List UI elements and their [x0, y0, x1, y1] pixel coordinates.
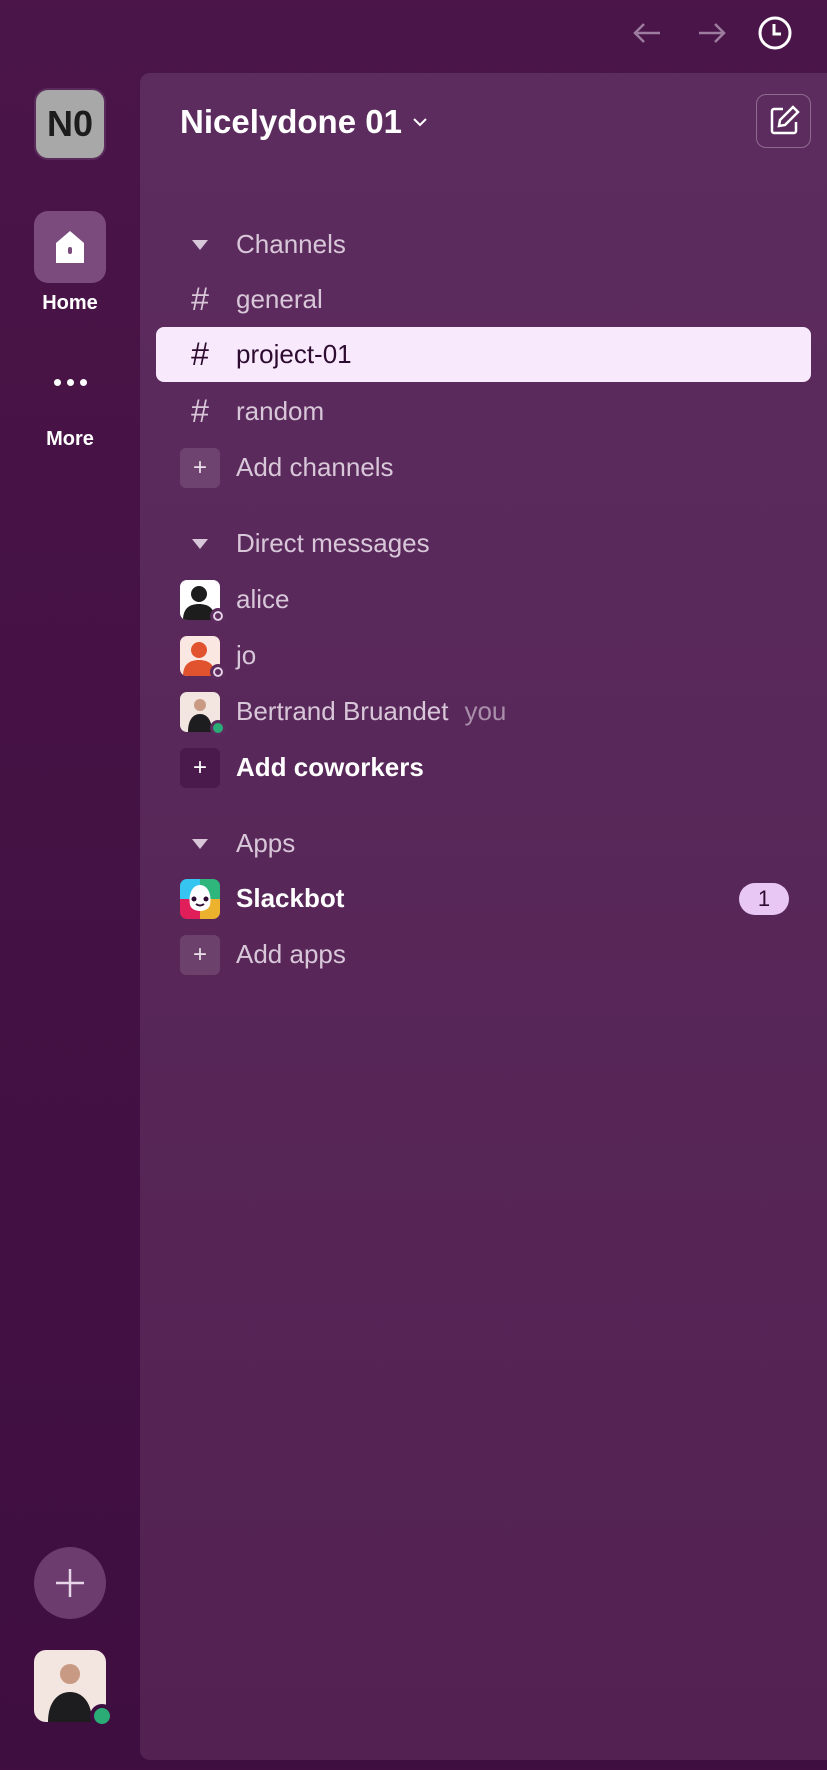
more-button[interactable]	[34, 370, 106, 394]
hash-icon: #	[191, 281, 209, 317]
app-slackbot[interactable]: Slackbot 1	[156, 871, 811, 926]
dm-name: jo	[236, 640, 257, 670]
chevron-down-icon	[413, 118, 427, 127]
section-label: Channels	[236, 229, 346, 259]
hash-icon: #	[191, 393, 209, 429]
unread-badge: 1	[739, 882, 789, 915]
away-status-icon	[210, 663, 226, 680]
workspace-name: Nicelydone 01	[180, 103, 402, 140]
channels-section-header[interactable]: Channels	[156, 217, 811, 272]
dms-section-header[interactable]: Direct messages	[156, 516, 811, 571]
sidebar-panel: Nicelydone 01 Channels # general # project…	[140, 73, 827, 1760]
plus-icon: +	[180, 447, 220, 488]
dm-jo[interactable]: jo	[156, 628, 811, 683]
channel-general[interactable]: # general	[156, 272, 811, 327]
back-arrow-icon	[633, 23, 660, 43]
home-label: Home	[42, 292, 98, 314]
workspace-menu[interactable]: Nicelydone 01	[180, 103, 428, 141]
channel-random[interactable]: # random	[156, 384, 811, 439]
add-workspace-button[interactable]	[34, 1547, 106, 1619]
dm-name: alice	[236, 584, 290, 614]
dm-name: Bertrand Bruandet	[236, 696, 449, 726]
apps-section-header[interactable]: Apps	[156, 816, 811, 871]
section-label: Apps	[236, 828, 296, 858]
hash-icon: #	[191, 336, 209, 372]
home-icon	[56, 231, 84, 263]
dm-alice[interactable]: alice	[156, 572, 811, 627]
app-name: Slackbot	[236, 883, 345, 913]
more-dots-icon	[53, 378, 87, 386]
channel-name: project-01	[236, 339, 352, 369]
section-label: Direct messages	[236, 528, 430, 558]
plus-icon: +	[180, 934, 220, 975]
forward-arrow-icon	[699, 23, 726, 43]
channel-name: general	[236, 284, 323, 314]
caret-down-icon	[192, 838, 208, 849]
add-channels-button[interactable]: + Add channels	[156, 440, 811, 495]
compose-button[interactable]	[756, 94, 811, 148]
add-coworkers-button[interactable]: + Add coworkers	[156, 740, 811, 795]
you-label: you	[464, 696, 507, 726]
add-apps-label: Add apps	[236, 939, 346, 969]
workspace-initials: N0	[46, 103, 94, 144]
forward-button[interactable]	[693, 14, 731, 52]
away-status-icon	[210, 607, 226, 624]
workspace-switcher[interactable]: N0	[34, 88, 106, 160]
add-coworkers-label: Add coworkers	[236, 752, 424, 782]
add-apps-button[interactable]: + Add apps	[156, 927, 811, 982]
online-status-icon	[210, 719, 226, 736]
more-label: More	[46, 428, 94, 450]
user-avatar-button[interactable]	[34, 1650, 114, 1728]
dm-bertrand-bruandet[interactable]: Bertrand Bruandet you	[156, 684, 811, 739]
plus-icon	[56, 1569, 84, 1597]
plus-icon: +	[180, 747, 220, 788]
home-button[interactable]	[34, 211, 106, 283]
clock-icon	[758, 16, 792, 50]
caret-down-icon	[192, 538, 208, 549]
compose-icon	[770, 105, 800, 135]
history-button[interactable]	[756, 14, 794, 52]
add-channels-label: Add channels	[236, 452, 394, 482]
online-status-icon	[90, 1704, 114, 1728]
channel-name: random	[236, 396, 325, 426]
slackbot-icon	[180, 878, 220, 919]
channel-project-01[interactable]: # project-01	[156, 327, 811, 382]
back-button[interactable]	[628, 14, 666, 52]
caret-down-icon	[192, 239, 208, 250]
